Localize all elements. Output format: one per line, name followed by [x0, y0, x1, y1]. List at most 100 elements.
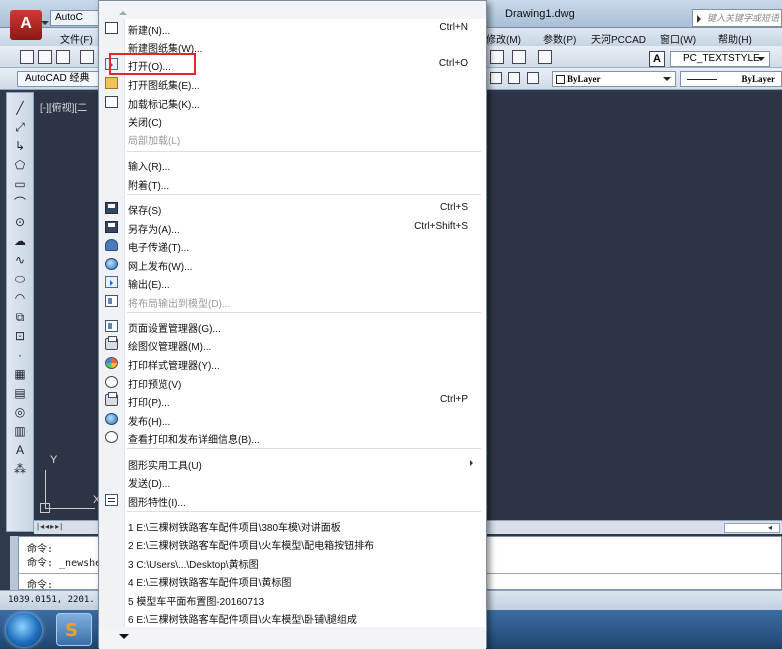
application-menu-button[interactable]: A — [10, 10, 49, 40]
menu-item[interactable]: 打印样式管理器(Y)... — [99, 354, 486, 372]
gradient-icon[interactable]: ▤ — [13, 386, 27, 400]
export-layout-icon — [105, 295, 118, 307]
search-input[interactable]: 键入关键字或短语 — [692, 9, 782, 27]
polyline-icon[interactable]: ↳ — [13, 139, 27, 153]
menu-item-label: 打开图纸集(E)... — [128, 81, 200, 92]
menu-item[interactable]: 打开图纸集(E)... — [99, 74, 486, 92]
arc-icon[interactable]: ⌒ — [13, 196, 27, 210]
plot-style-icon — [105, 357, 118, 369]
tab-navigation-icon[interactable]: |◂◂▸▸| — [37, 522, 85, 533]
menu-scroll-down-icon[interactable] — [99, 627, 486, 649]
region-icon[interactable]: ◎ — [13, 405, 27, 419]
rectangle-icon[interactable]: ▭ — [13, 177, 27, 191]
menu-item[interactable]: 电子传递(T)... — [99, 236, 486, 254]
menu-item-label: 附着(T)... — [128, 181, 170, 192]
new-doc-icon — [105, 22, 118, 34]
menu-item-label: 2 E:\三棵树铁路客车配件项目\火车模型\配电箱按钮排布 — [128, 541, 375, 552]
menu-file[interactable]: 文件(F) — [60, 31, 93, 46]
open-icon[interactable] — [38, 50, 52, 64]
menu-item-label: 图形实用工具(U) — [128, 461, 202, 472]
menu-item[interactable]: 输出(E)... — [99, 273, 486, 291]
properties-icon[interactable] — [512, 50, 526, 64]
menu-item[interactable]: 绘图仪管理器(M)... — [99, 335, 486, 353]
command-input[interactable]: 命令: — [27, 576, 53, 591]
circle-icon[interactable]: ⊙ — [13, 215, 27, 229]
menu-parametric[interactable]: 参数(P) — [543, 31, 576, 46]
menu-item[interactable]: 查看打印和发布详细信息(B)... — [99, 428, 486, 446]
menu-window[interactable]: 窗口(W) — [660, 31, 696, 46]
horizontal-scrollbar[interactable]: ◂ — [724, 523, 780, 533]
menu-item[interactable]: 4 E:\三棵树铁路客车配件项目\黄标图 — [99, 571, 486, 589]
menu-item[interactable]: 附着(T)... — [99, 174, 486, 192]
menu-item[interactable]: 新建(N)... Ctrl+N — [99, 19, 486, 37]
menu-help[interactable]: 帮助(H) — [718, 31, 752, 46]
ellipse-icon[interactable]: ⬭ — [13, 272, 27, 286]
table-icon[interactable]: ▥ — [13, 424, 27, 438]
menu-separator — [127, 312, 481, 313]
menu-item[interactable]: 1 E:\三棵树铁路客车配件项目\380车模\对讲面板 — [99, 516, 486, 534]
add-selected-icon[interactable]: ⁂ — [13, 462, 27, 476]
menu-item[interactable]: 加载标记集(K)... — [99, 93, 486, 111]
menu-item[interactable]: 6 E:\三棵树铁路客车配件项目\火车模型\卧铺\腿组成 — [99, 608, 486, 626]
menu-item[interactable]: 2 E:\三棵树铁路客车配件项目\火车模型\配电箱按钮排布 — [99, 534, 486, 552]
plot-details-icon — [105, 431, 118, 443]
construction-line-icon[interactable]: ⤢ — [13, 120, 27, 134]
menu-item[interactable]: 保存(S) Ctrl+S — [99, 199, 486, 217]
menu-item[interactable]: 发送(D)... — [99, 472, 486, 490]
menu-item-label: 输出(E)... — [128, 280, 170, 291]
match-properties-icon[interactable] — [490, 50, 504, 64]
menu-item[interactable]: 另存为(A)... Ctrl+Shift+S — [99, 218, 486, 236]
make-block-icon[interactable]: ⊡ — [13, 329, 27, 343]
menu-item[interactable]: 页面设置管理器(G)... — [99, 317, 486, 335]
save-icon[interactable] — [56, 50, 70, 64]
spline-icon[interactable]: ∿ — [13, 253, 27, 267]
menu-item-label: 输入(R)... — [128, 162, 171, 173]
menu-item-label: 图形特性(I)... — [128, 498, 186, 509]
layer-state-icon[interactable] — [490, 72, 502, 84]
revision-cloud-icon[interactable]: ☁ — [13, 234, 27, 248]
menu-item-shortcut: Ctrl+N — [439, 22, 468, 33]
menu-item[interactable]: 3 C:\Users\...\Desktop\黄标图 — [99, 553, 486, 571]
new-icon[interactable] — [20, 50, 34, 64]
menu-item[interactable]: 图形特性(I)... — [99, 491, 486, 509]
layer-manager-icon[interactable] — [527, 72, 539, 84]
start-button[interactable] — [6, 613, 42, 647]
open-sheetset-icon — [105, 77, 118, 89]
menu-modify[interactable]: 修改(M) — [486, 31, 521, 46]
menu-item[interactable]: 发布(H)... — [99, 410, 486, 428]
drawing-props-icon — [105, 494, 118, 506]
hatch-icon[interactable]: ▦ — [13, 367, 27, 381]
layer-previous-icon[interactable] — [508, 72, 520, 84]
menu-item[interactable]: 5 模型车平面布置图-20160713 — [99, 590, 486, 608]
menu-item[interactable]: 输入(R)... — [99, 155, 486, 173]
help-icon[interactable] — [538, 50, 552, 64]
linetype-dropdown[interactable]: ByLayer — [680, 71, 782, 87]
point-icon[interactable]: · — [13, 348, 27, 362]
multiline-text-icon[interactable]: A — [13, 443, 27, 457]
command-line-handle[interactable] — [10, 536, 18, 590]
taskbar-app-icon[interactable]: S — [56, 613, 92, 646]
menu-item-label: 保存(S) — [128, 206, 162, 217]
plot-icon[interactable] — [80, 50, 94, 64]
text-style-dropdown[interactable]: PC_TEXTSTYLE — [670, 51, 770, 67]
line-tool-icon[interactable]: ╱ — [13, 101, 27, 115]
text-style-icon[interactable]: A — [649, 51, 665, 67]
menu-item[interactable]: 打印预览(V) — [99, 373, 486, 391]
application-menu: 新建(N)... Ctrl+N 新建图纸集(W)... 打开(O)... Ctrl+O 打… — [98, 0, 487, 649]
menu-separator — [127, 151, 481, 152]
menu-item[interactable]: 图形实用工具(U) — [99, 454, 486, 472]
etransmit-icon — [105, 239, 118, 251]
polygon-icon[interactable]: ⬠ — [13, 158, 27, 172]
menu-item[interactable]: 关闭(C) — [99, 111, 486, 129]
menu-scroll-up-icon[interactable] — [99, 1, 486, 19]
menu-item-label: 发送(D)... — [128, 479, 171, 490]
menu-item[interactable]: 打印(P)... Ctrl+P — [99, 391, 486, 409]
color-dropdown[interactable]: ByLayer — [552, 71, 676, 87]
quick-access-workspace[interactable]: AutoC — [50, 10, 100, 26]
insert-block-icon[interactable]: ⧉ — [13, 310, 27, 324]
menu-tianhe-pccad[interactable]: 天河PCCAD — [591, 31, 646, 46]
viewport-controls[interactable]: [-][俯视][二 — [40, 99, 87, 114]
workspace-dropdown[interactable]: AutoCAD 经典 — [17, 71, 99, 87]
ellipse-arc-icon[interactable]: ◠ — [13, 291, 27, 305]
menu-item[interactable]: 网上发布(W)... — [99, 255, 486, 273]
